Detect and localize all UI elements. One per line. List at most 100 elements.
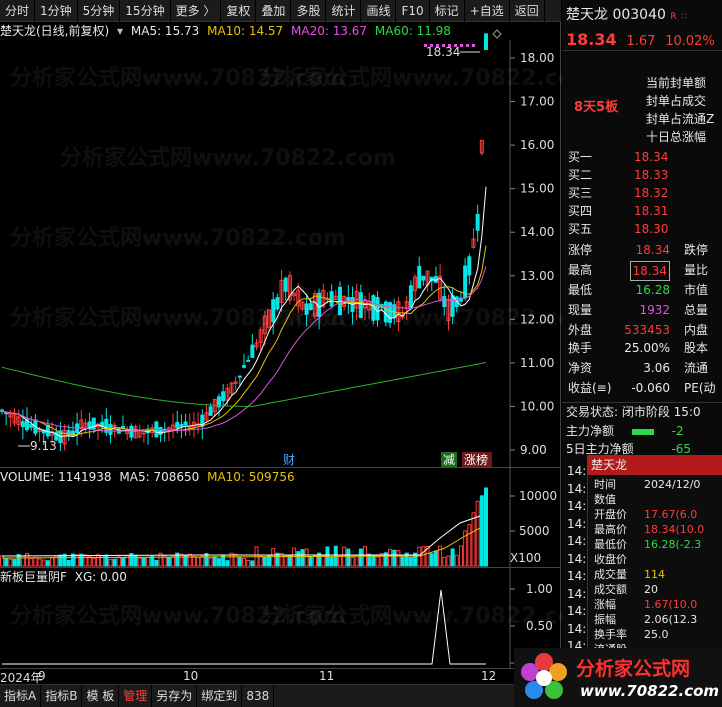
trade-status: 交易状态: 闭市阶段 15:0	[562, 402, 722, 420]
candle-body	[66, 430, 71, 436]
candle-body	[421, 275, 426, 281]
volume-bar	[458, 545, 463, 567]
volume-bar	[396, 550, 401, 567]
price-tick-label: 9.00	[520, 443, 547, 457]
volume-bar	[187, 553, 192, 567]
volume-bar	[150, 555, 155, 567]
menu-icon[interactable]: ∷	[681, 12, 687, 22]
bottom-tab-1[interactable]: 指标B	[41, 685, 83, 707]
main-flow5-label: 5日主力净额	[566, 442, 634, 456]
date-label: 11	[319, 669, 335, 683]
jian-marker: 减	[443, 453, 455, 467]
volume-bar	[29, 558, 34, 567]
stats-row: 外盘 533453 内盘	[562, 321, 722, 339]
volume-bar	[392, 549, 397, 567]
toolbar-item-13[interactable]: 返回	[510, 0, 545, 22]
volume-bar	[191, 555, 196, 567]
r-badge: R	[670, 12, 677, 22]
toolbar-item-4[interactable]: 更多 〉	[171, 0, 222, 22]
volume-bar	[108, 558, 113, 567]
bid-row: 买二 18.33	[562, 166, 722, 184]
toolbar-item-6[interactable]: 叠加	[256, 0, 292, 22]
bid-price: 18.31	[634, 204, 669, 218]
toolbar-item-11[interactable]: 标记	[430, 0, 465, 22]
toolbar-item-10[interactable]: F10	[396, 0, 430, 22]
toolbar-item-3[interactable]: 15分钟	[120, 0, 171, 22]
volume-bar	[258, 555, 263, 567]
tick-time: 14:	[567, 499, 587, 513]
bottom-tab-5[interactable]: 绑定到	[197, 685, 243, 707]
bid-row: 买三 18.32	[562, 184, 722, 202]
candle-body	[20, 421, 25, 428]
bid-price: 18.30	[634, 222, 669, 236]
tick-time: 14:	[567, 604, 587, 618]
stat-label: 外盘	[568, 323, 593, 337]
volume-bar	[95, 554, 100, 567]
tick-time: 14:	[567, 516, 587, 531]
tick-time-row: 14:	[562, 602, 722, 620]
volume-bar	[350, 556, 355, 567]
toolbar-item-7[interactable]: 多股	[291, 0, 327, 22]
bottom-tab-6[interactable]: 838	[242, 685, 275, 707]
volume-bar	[83, 554, 88, 567]
volume-bar	[467, 524, 472, 567]
bid-label: 买三	[568, 186, 593, 200]
toolbar-item-5[interactable]: 复权	[221, 0, 257, 22]
bottom-tab-0[interactable]: 指标A	[0, 685, 42, 707]
bottom-tab-2[interactable]: 模 板	[82, 685, 120, 707]
volume-tick-label: 10000	[519, 489, 557, 503]
stat-label2: 内盘	[684, 323, 709, 337]
candle-body	[463, 265, 468, 298]
candle-body	[179, 424, 184, 427]
toolbar-item-2[interactable]: 5分钟	[78, 0, 121, 22]
kline-chart[interactable]: 楚天龙(日线,前复权) ▾ MA5: 15.73 MA10: 14.57 MA2…	[0, 22, 596, 468]
indicator-chart[interactable]: 新板巨量阴F XG: 0.00 1.000.500.00 分析家公式网www.7…	[0, 568, 596, 669]
candle-body	[221, 391, 226, 402]
stat-value: 3.06	[643, 361, 670, 375]
ma60-line	[1, 362, 487, 407]
volume-bar	[33, 556, 38, 567]
bottom-tab-4[interactable]: 另存为	[152, 685, 198, 707]
stat-label2: 总量	[684, 303, 709, 317]
candle-body	[45, 424, 50, 437]
toolbar-item-9[interactable]: 画线	[361, 0, 397, 22]
volume-bar	[267, 555, 272, 567]
toolbar-item-1[interactable]: 1分钟	[35, 0, 78, 22]
stat-value: 533453	[624, 323, 670, 337]
volume-bar	[137, 557, 142, 567]
main-flow-label: 主力净额	[566, 424, 615, 438]
bottom-tabs: 指标A 指标B 模 板管理 另存为 绑定到 838	[0, 685, 561, 707]
bid-price: 18.32	[634, 186, 669, 200]
limit-info-row: 封单占流通Z	[562, 110, 722, 128]
limit-info-row: 当前封单额	[562, 74, 722, 92]
candle-body	[304, 303, 309, 315]
toolbar-item-8[interactable]: 统计	[326, 0, 362, 22]
volume-bar	[66, 560, 71, 567]
tick-time: 14:	[567, 569, 587, 583]
candle-body	[484, 33, 488, 50]
volume-bar	[371, 554, 376, 567]
volume-bar	[50, 556, 55, 567]
toolbar-item-12[interactable]: +自选	[465, 0, 510, 22]
volume-bar	[58, 554, 63, 567]
last-price: 18.34	[566, 30, 617, 49]
limit-info-label: 当前封单额	[646, 76, 707, 90]
volume-bar	[166, 556, 171, 567]
bid-row: 买一 18.34	[562, 148, 722, 166]
volume-chart[interactable]: VOLUME: 1141938 MA5: 708650 MA10: 509756…	[0, 468, 561, 568]
stats2-row: 净资 3.06 流通	[562, 359, 722, 377]
candle-body	[408, 285, 413, 308]
candle-body	[450, 295, 455, 317]
volume-bar	[454, 554, 459, 567]
toolbar-item-0[interactable]: 分时	[0, 0, 36, 22]
candle-body	[388, 302, 393, 323]
stat-label: 涨停	[568, 243, 593, 257]
bid-label: 买二	[568, 168, 593, 182]
volume-bar	[283, 555, 288, 567]
candle-body	[275, 297, 280, 310]
signal-dot	[436, 44, 439, 47]
volume-bar	[287, 555, 292, 567]
bottom-tab-3[interactable]: 管理	[119, 685, 153, 707]
price-pct: 10.02%	[665, 34, 715, 49]
bid-label: 买五	[568, 222, 593, 236]
